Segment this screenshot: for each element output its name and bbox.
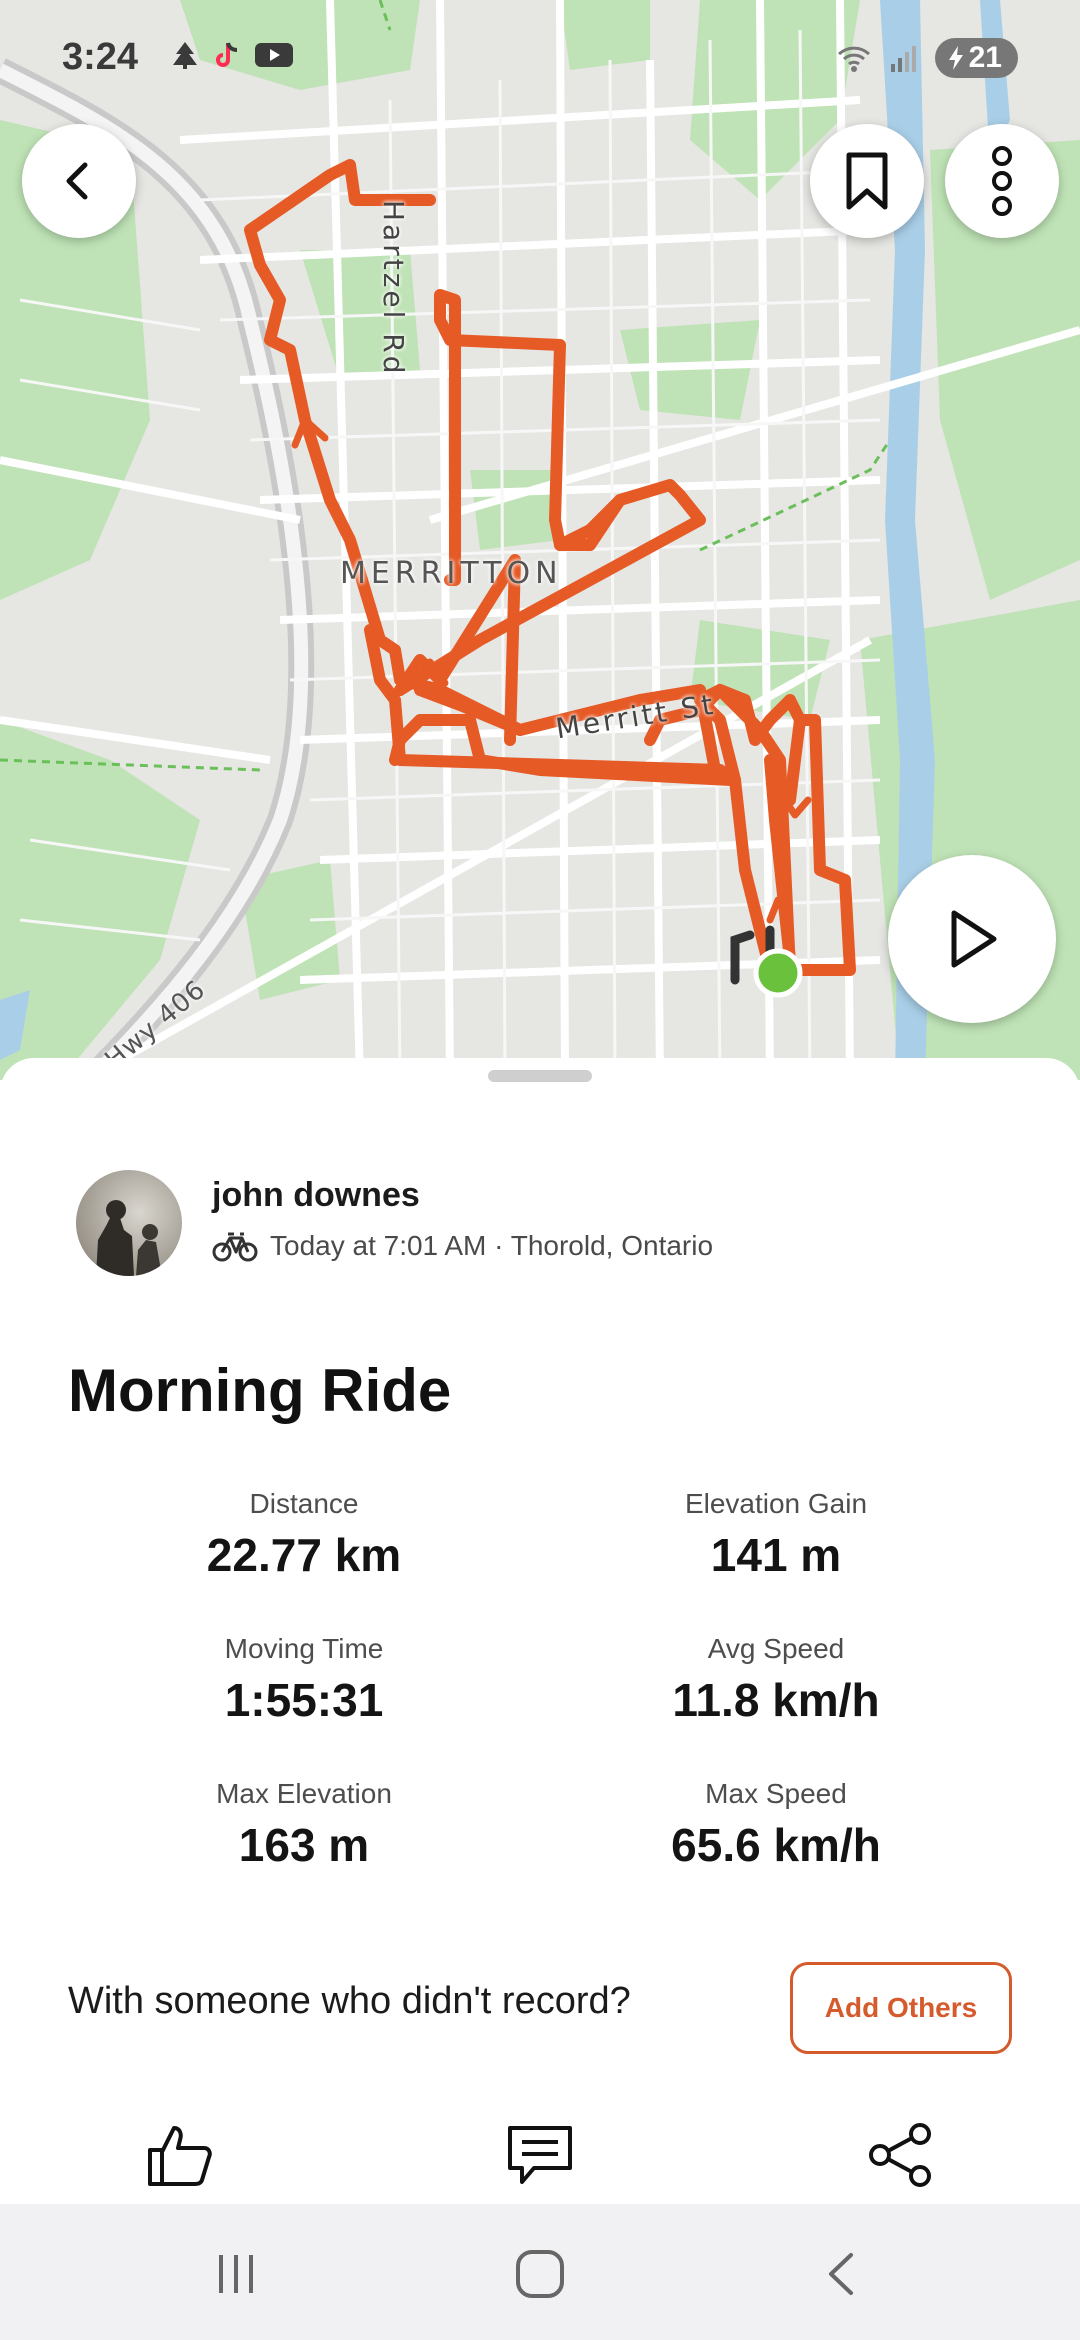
bookmark-button[interactable] <box>810 124 924 238</box>
map-label-neighborhood: MERRITTON <box>340 556 563 591</box>
share-button[interactable] <box>856 2110 946 2200</box>
status-bar: 3:24 21 <box>0 0 1080 110</box>
share-icon <box>869 2123 931 2187</box>
stat-label: Moving Time <box>224 1633 384 1664</box>
wifi-icon <box>837 46 870 72</box>
sheet-drag-handle[interactable] <box>488 1070 592 1082</box>
stat-label: Max Speed <box>705 1778 847 1809</box>
avatar[interactable] <box>76 1170 182 1276</box>
avatar-photo <box>96 1200 162 1276</box>
signal-icon <box>890 46 916 72</box>
thumbs-up-icon <box>148 2126 212 2186</box>
status-indicators: 21 <box>835 38 1018 78</box>
back-button[interactable] <box>22 124 136 238</box>
battery-indicator: 21 <box>934 38 1018 78</box>
youtube-icon <box>255 43 293 67</box>
activity-meta: Today at 7:01 AM · Thorold, Ontario <box>212 1230 713 1262</box>
add-others-button[interactable]: Add Others <box>790 1962 1012 2054</box>
tiktok-icon <box>216 42 238 67</box>
comment-button[interactable] <box>495 2110 585 2200</box>
map-label-street-hartzel: Hartzel Rd <box>377 200 410 377</box>
stat-value: 163 m <box>238 1819 370 1871</box>
stat-label: Elevation Gain <box>684 1488 868 1519</box>
recent-apps-button[interactable] <box>196 2234 276 2314</box>
activity-actions <box>0 2110 1080 2204</box>
activity-sheet: john downes Today at 7:01 AM · Thorold, … <box>0 1058 1080 2204</box>
status-time: 3:24 <box>62 36 139 78</box>
activity-title: Morning Ride <box>68 1357 452 1424</box>
more-options-button[interactable] <box>945 124 1059 238</box>
stat-max-speed: Max Speed 65.6 km/h <box>576 1778 976 1872</box>
play-icon <box>951 910 997 968</box>
comment-icon <box>508 2126 572 2184</box>
battery-level: 21 <box>968 41 1002 74</box>
stat-value: 11.8 km/h <box>672 1674 880 1726</box>
stat-elevation-gain: Elevation Gain 141 m <box>576 1488 976 1582</box>
back-chevron-icon <box>829 2253 853 2295</box>
stat-label: Max Elevation <box>216 1778 392 1809</box>
activity-date-location: Today at 7:01 AM · Thorold, Ontario <box>270 1230 714 1261</box>
home-icon <box>516 2250 564 2298</box>
system-nav-bar <box>0 2204 1080 2340</box>
home-button[interactable] <box>500 2234 580 2314</box>
stat-value: 141 m <box>710 1529 842 1581</box>
stat-value: 1:55:31 <box>224 1674 384 1726</box>
stat-label: Avg Speed <box>707 1633 845 1664</box>
stat-label: Distance <box>249 1488 359 1519</box>
flyover-play-button[interactable] <box>888 855 1056 1023</box>
more-vertical-icon <box>992 146 1012 216</box>
bookmark-icon <box>846 152 888 210</box>
kudos-button[interactable] <box>134 2110 224 2200</box>
pine-icon <box>173 42 197 69</box>
system-back-button[interactable] <box>802 2234 882 2314</box>
stat-max-elevation: Max Elevation 163 m <box>104 1778 504 1872</box>
stat-value: 65.6 km/h <box>671 1819 881 1871</box>
recents-icon <box>219 2255 253 2293</box>
stat-value: 22.77 km <box>206 1529 402 1581</box>
bike-icon <box>212 1232 258 1262</box>
add-others-prompt: With someone who didn't record? <box>68 1980 631 2022</box>
charging-icon <box>948 46 963 70</box>
notification-icons <box>170 40 294 70</box>
stat-distance: Distance 22.77 km <box>104 1488 504 1582</box>
chevron-left-icon <box>66 162 88 200</box>
start-marker <box>753 948 803 998</box>
stat-avg-speed: Avg Speed 11.8 km/h <box>576 1633 976 1727</box>
stat-moving-time: Moving Time 1:55:31 <box>104 1633 504 1727</box>
athlete-name[interactable]: john downes <box>212 1176 420 1215</box>
